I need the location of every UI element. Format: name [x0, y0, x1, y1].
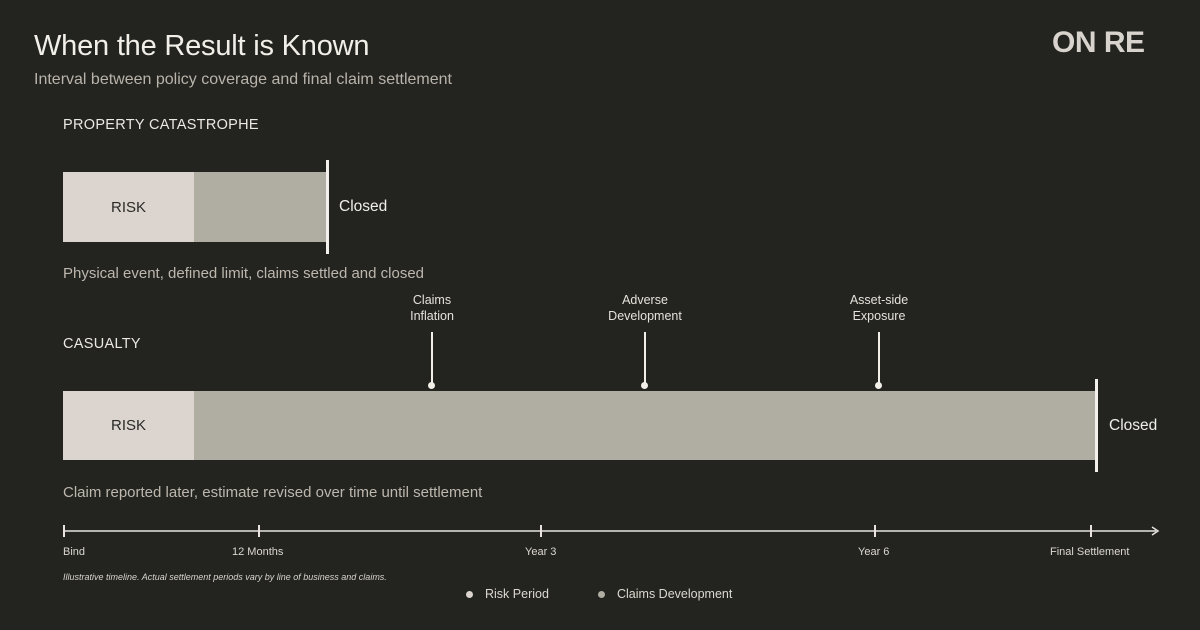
- marker-asset-side-exposure: Asset-side Exposure: [849, 293, 909, 323]
- tick-label-year-3: Year 3: [525, 546, 557, 558]
- marker-adverse-development: Adverse Development: [608, 293, 682, 323]
- property-risk-label: RISK: [110, 198, 146, 216]
- property-risk-bar: RISK: [63, 172, 194, 242]
- marker-line-claims-inflation: [431, 332, 433, 384]
- property-development-bar: [194, 172, 327, 242]
- casualty-risk-label: RISK: [110, 417, 146, 434]
- row-label-casualty: CASUALTY: [63, 336, 141, 352]
- tick-label-year-6: Year 6: [858, 546, 890, 558]
- legend-claims-development: Claims Development: [598, 587, 732, 601]
- marker-line-asset-side-exposure: [878, 332, 880, 384]
- marker-line-adverse-development: [644, 332, 646, 384]
- casualty-closed-label: Closed: [1109, 417, 1158, 434]
- page-subtitle: Interval between policy coverage and fin…: [34, 71, 452, 88]
- casualty-risk-bar: RISK: [63, 391, 194, 460]
- marker-claims-inflation: Claims Inflation: [410, 293, 454, 323]
- legend-dot-development: [598, 590, 605, 598]
- casualty-closed-line: [1095, 379, 1098, 472]
- brand-logo: ON RE: [1052, 26, 1145, 59]
- legend-dot-risk: [466, 590, 473, 598]
- property-closed-label: Closed: [339, 198, 388, 215]
- tick-label-12-months: 12 Months: [232, 546, 284, 558]
- legend-risk-period: Risk Period: [466, 587, 549, 601]
- casualty-development-bar: [194, 391, 1096, 460]
- row-label-property: PROPERTY CATASTROPHE: [63, 117, 259, 133]
- marker-dot-adverse-development: [641, 382, 648, 389]
- marker-dot-claims-inflation: [428, 382, 435, 389]
- marker-dot-asset-side-exposure: [875, 382, 882, 389]
- property-closed-line: [326, 160, 329, 254]
- page-title: When the Result is Known: [34, 30, 370, 62]
- casualty-description: Claim reported later, estimate revised o…: [63, 484, 483, 501]
- tick-label-final-settlement: Final Settlement: [1050, 546, 1130, 558]
- timeline-axis: [63, 525, 1160, 537]
- property-description: Physical event, defined limit, claims se…: [63, 265, 425, 282]
- tick-label-bind: Bind: [63, 546, 86, 558]
- footnote: Illustrative timeline. Actual settlement…: [63, 572, 387, 582]
